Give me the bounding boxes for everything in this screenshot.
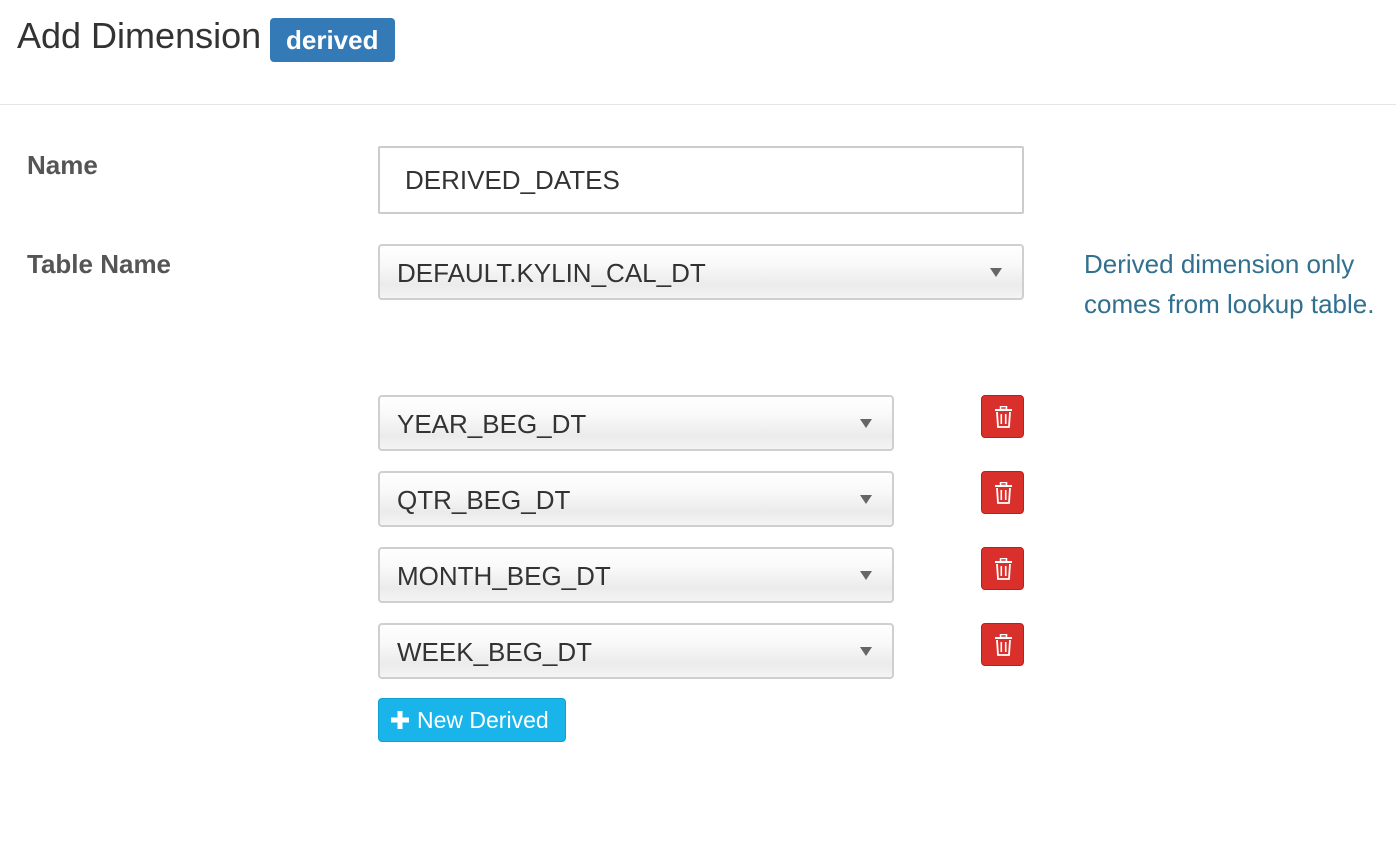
name-field[interactable]: DERIVED_DATES <box>378 146 1024 214</box>
derived-column-select[interactable]: YEAR_BEG_DT <box>378 395 894 451</box>
derived-column-select-value: WEEK_BEG_DT <box>397 637 593 667</box>
caret-down-icon <box>860 419 872 428</box>
table-name-label: Table Name <box>27 249 172 279</box>
derived-column-select-value: YEAR_BEG_DT <box>397 409 587 439</box>
trash-icon <box>995 482 1012 504</box>
delete-derived-button[interactable] <box>981 395 1024 438</box>
trash-icon <box>995 634 1012 656</box>
table-name-select-value: DEFAULT.KYLIN_CAL_DT <box>397 258 706 288</box>
derived-column-select-value: QTR_BEG_DT <box>397 485 571 515</box>
new-derived-button[interactable]: New Derived <box>378 698 566 742</box>
derived-column-select-value: MONTH_BEG_DT <box>397 561 611 591</box>
caret-down-icon <box>860 647 872 656</box>
name-label: Name <box>27 150 98 180</box>
delete-derived-button[interactable] <box>981 471 1024 514</box>
help-text: Derived dimension only comes from lookup… <box>1084 249 1375 319</box>
caret-down-icon <box>860 495 872 504</box>
modal-header: Add Dimension derived <box>0 0 1396 105</box>
trash-icon <box>995 406 1012 428</box>
delete-derived-button[interactable] <box>981 547 1024 590</box>
trash-icon <box>995 558 1012 580</box>
derived-column-select[interactable]: QTR_BEG_DT <box>378 471 894 527</box>
page-title: Add Dimension <box>17 15 262 56</box>
table-name-select[interactable]: DEFAULT.KYLIN_CAL_DT <box>378 244 1024 300</box>
add-dimension-page: Add Dimension derived Name DERIVED_DATES… <box>0 0 1396 842</box>
name-field-value[interactable]: DERIVED_DATES <box>405 148 620 212</box>
caret-down-icon <box>860 571 872 580</box>
derived-column-select[interactable]: WEEK_BEG_DT <box>378 623 894 679</box>
caret-down-icon <box>990 268 1002 277</box>
dimension-type-badge: derived <box>270 18 395 62</box>
delete-derived-button[interactable] <box>981 623 1024 666</box>
derived-column-select[interactable]: MONTH_BEG_DT <box>378 547 894 603</box>
plus-icon <box>391 711 409 729</box>
new-derived-label: New Derived <box>417 707 549 733</box>
